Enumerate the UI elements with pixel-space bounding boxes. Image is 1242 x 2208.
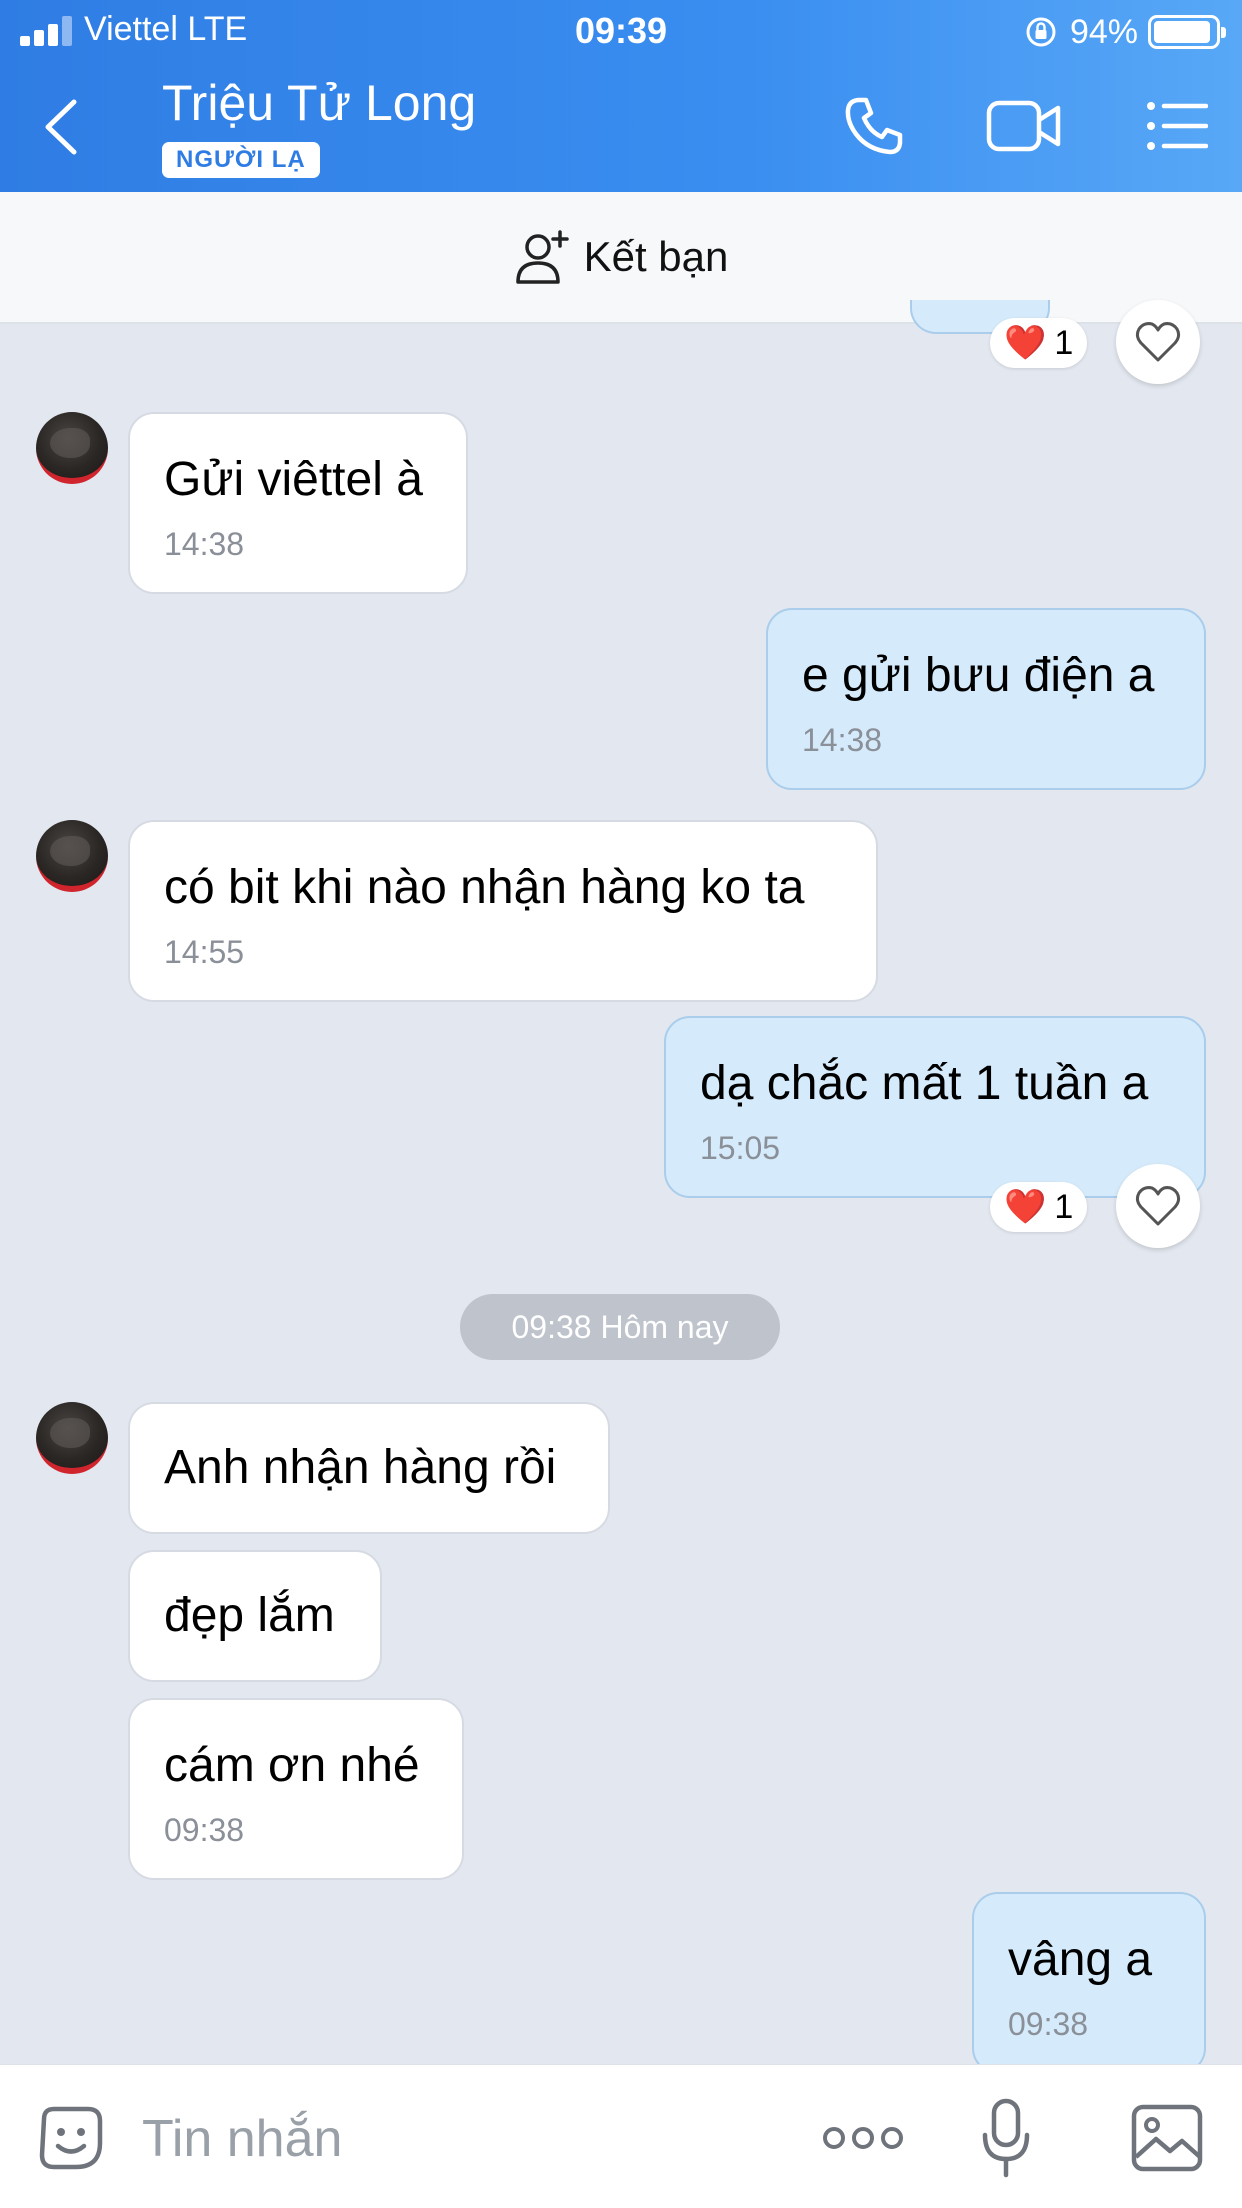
contact-avatar[interactable] [36,1402,108,1474]
message-text: cám ơn nhé [164,1739,420,1792]
battery-icon [1148,15,1226,49]
microphone-icon[interactable] [980,2097,1032,2179]
reaction-count: 1 [1054,323,1074,362]
message-text: đẹp lắm [164,1589,335,1642]
add-friend-button[interactable]: Kết bạn [0,192,1242,324]
battery-percent: 94% [1069,12,1138,51]
menu-icon[interactable] [1146,100,1208,152]
message-text: Gửi viêttel à [164,453,423,506]
message-text: dạ chắc mất 1 tuần a [700,1057,1149,1110]
status-bar: Viettel LTE 09:39 94% [0,0,1242,62]
message-time: 14:38 [164,526,245,562]
message-bubble-incoming[interactable]: cám ơn nhé 09:38 [128,1698,464,1880]
heart-reaction-icon: ❤️ [1004,1188,1047,1226]
reaction-badge[interactable]: ❤️ 1 [990,318,1088,368]
chat-header: Viettel LTE 09:39 94% Triệu Tử Long NGƯỜ… [0,0,1242,192]
more-icon[interactable] [822,2123,904,2153]
message-bubble-outgoing[interactable]: vâng a 09:38 [972,1892,1206,2074]
message-bubble-incoming[interactable]: đẹp lắm [128,1550,382,1682]
message-time: 14:55 [164,934,245,970]
message-bubble-incoming[interactable]: Anh nhận hàng rồi [128,1402,610,1534]
message-time: 15:05 [700,1130,781,1166]
contact-name[interactable]: Triệu Tử Long [162,74,476,132]
message-bubble-outgoing[interactable]: e gửi bưu điện a 14:38 [766,608,1206,790]
message-time: 14:38 [802,722,883,758]
contact-avatar[interactable] [36,412,108,484]
message-time: 09:38 [164,1812,245,1848]
message-input[interactable]: Tin nhắn [142,2109,342,2169]
message-text: có bit khi nào nhận hàng ko ta [164,861,805,914]
message-text: Anh nhận hàng rồi [164,1441,557,1494]
message-time: 09:38 [1008,2006,1089,2042]
image-icon[interactable] [1130,2103,1204,2173]
message-input-bar: Tin nhắn [0,2064,1242,2208]
message-bubble-incoming[interactable]: có bit khi nào nhận hàng ko ta 14:55 [128,820,878,1002]
reaction-count: 1 [1054,1187,1074,1226]
stranger-badge: NGƯỜI LẠ [162,142,320,178]
message-bubble-incoming[interactable]: Gửi viêttel à 14:38 [128,412,468,594]
add-friend-icon [515,230,569,284]
like-button[interactable] [1116,1164,1200,1248]
message-bubble-outgoing[interactable]: dạ chắc mất 1 tuần a 15:05 [664,1016,1206,1198]
heart-outline-icon [1135,322,1181,362]
add-friend-label: Kết bạn [583,233,729,280]
date-separator: 09:38 Hôm nay [460,1294,780,1360]
rotation-lock-icon [1026,17,1056,47]
heart-outline-icon [1135,1186,1181,1226]
reaction-badge[interactable]: ❤️ 1 [990,1182,1088,1232]
contact-avatar[interactable] [36,820,108,892]
back-icon[interactable] [36,96,86,158]
like-button[interactable] [1116,300,1200,384]
message-text: vâng a [1008,1933,1153,1986]
battery-status: 94% [1024,10,1226,54]
message-text: e gửi bưu điện a [802,649,1155,702]
video-call-icon[interactable] [986,98,1062,154]
heart-reaction-icon: ❤️ [1004,324,1047,362]
phone-icon[interactable] [842,94,906,158]
sticker-icon[interactable] [36,2103,106,2173]
